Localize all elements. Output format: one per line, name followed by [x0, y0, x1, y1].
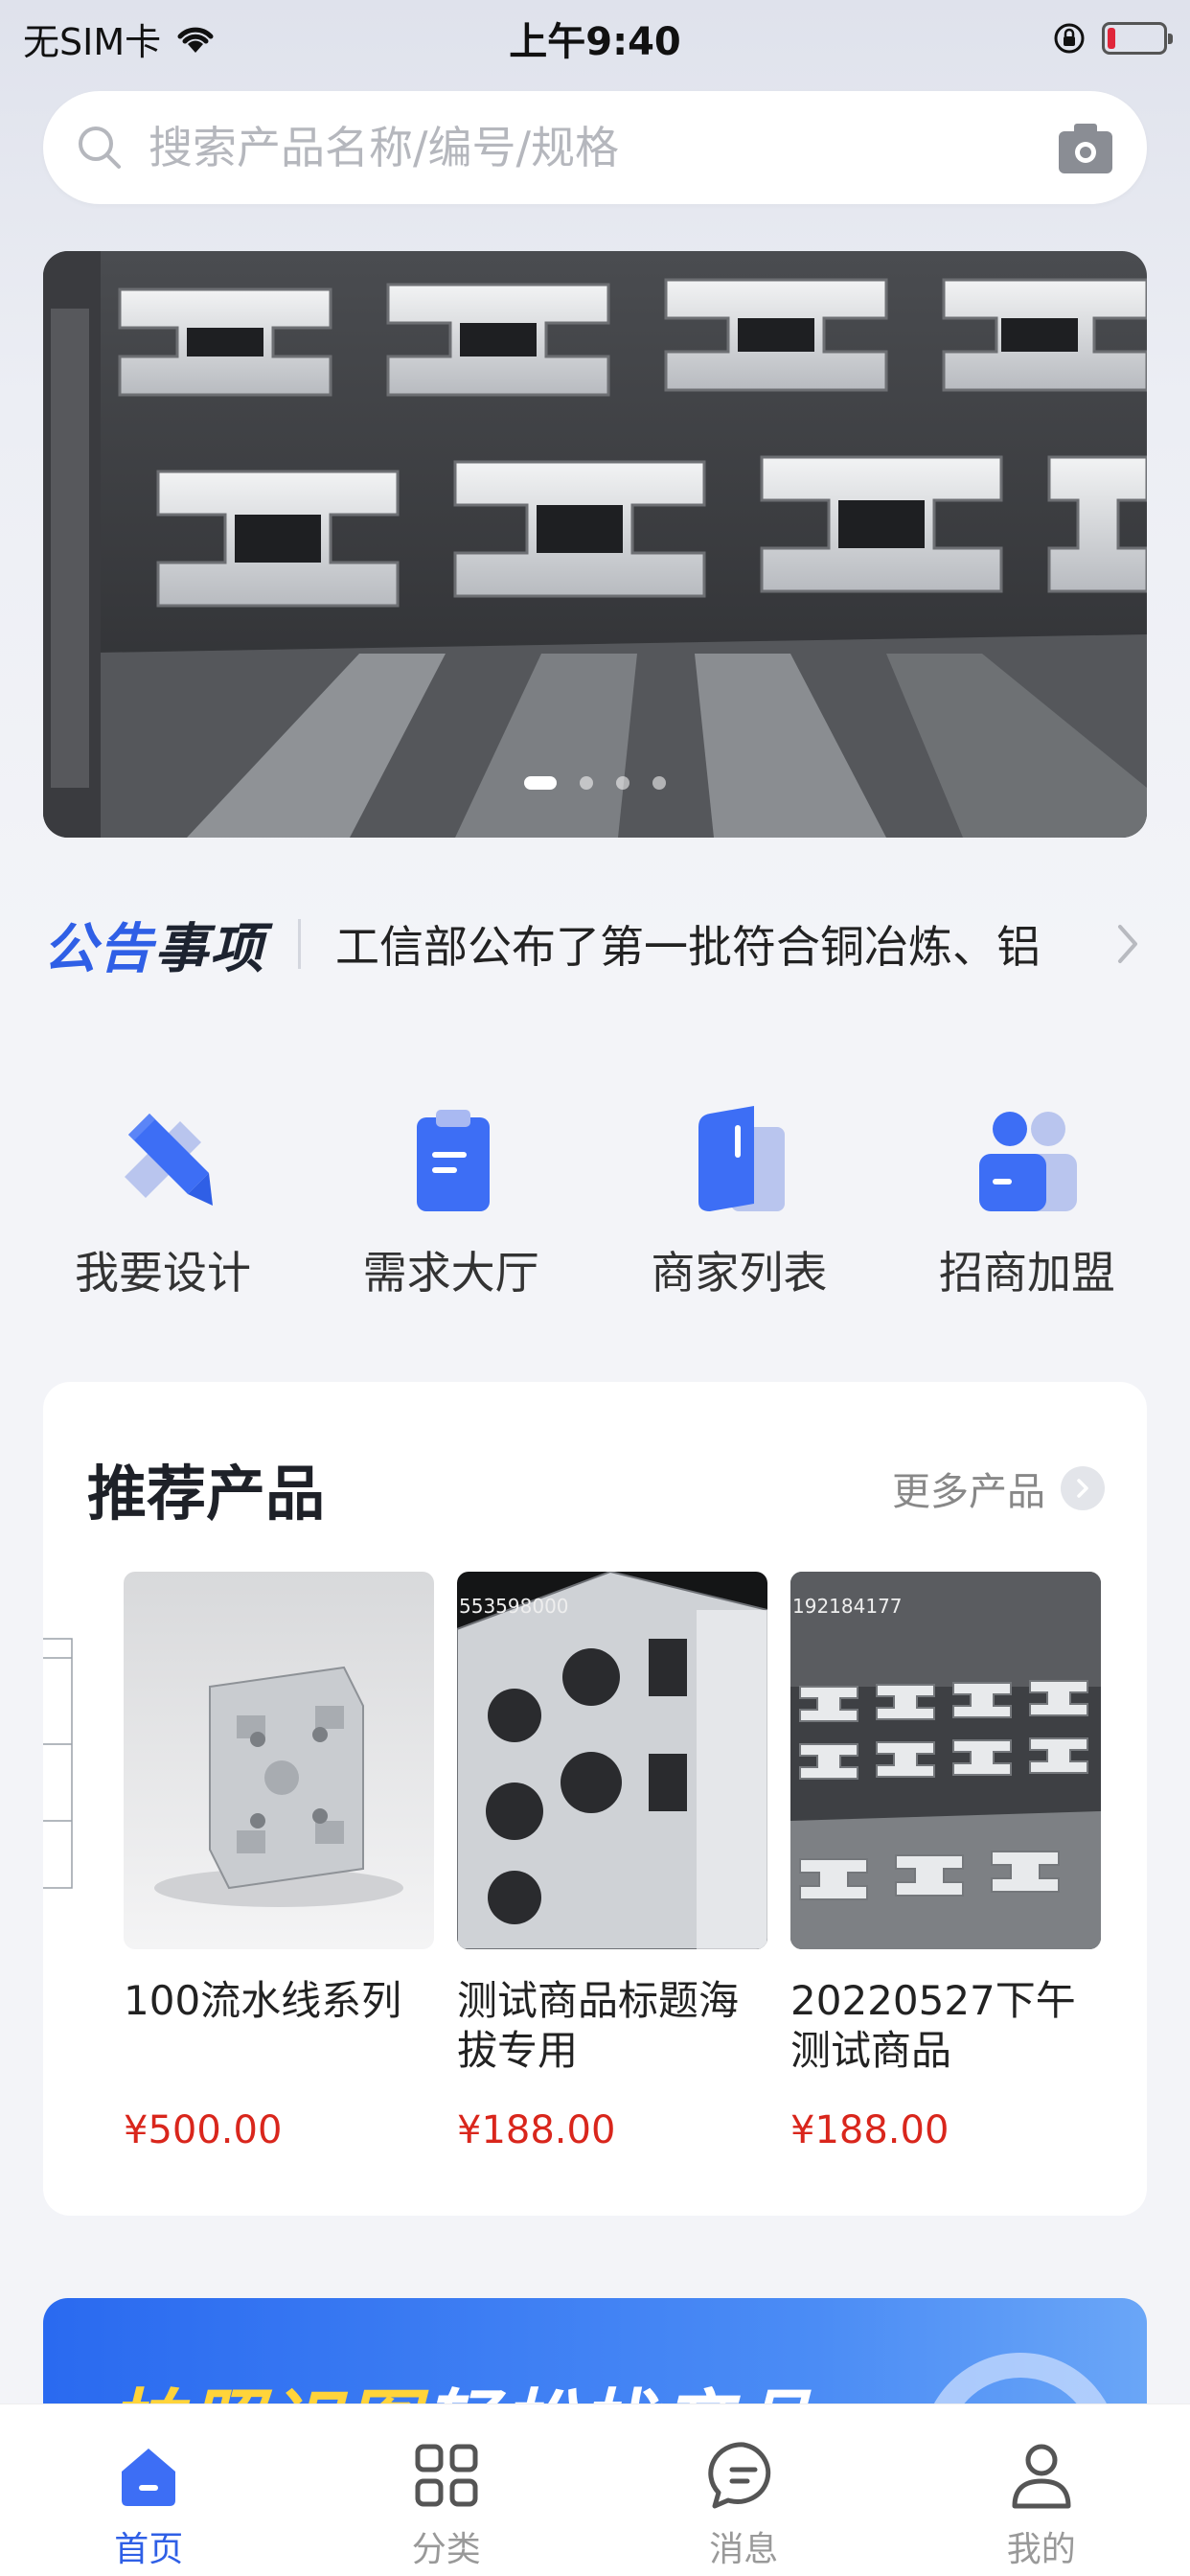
tab-bar: 首页 分类 消息 我的 — [0, 2404, 1190, 2576]
status-bar: 无SIM卡 上午9:40 — [0, 0, 1190, 77]
message-icon — [708, 2442, 771, 2509]
search-icon — [79, 126, 121, 169]
product-name: 100流水线系列 — [124, 1977, 402, 2024]
recommend-header: 推荐产品 更多产品 — [87, 1445, 1105, 1531]
quick-entry-label: 商家列表 — [651, 1247, 828, 1299]
more-products-label: 更多产品 — [892, 1470, 1045, 1514]
product-image — [43, 1572, 76, 1949]
carousel-dot[interactable] — [652, 776, 666, 790]
quick-entry-join[interactable]: 招商加盟 — [907, 1102, 1147, 1313]
camera-icon[interactable] — [1057, 120, 1114, 175]
tab-profile[interactable]: 我的 — [946, 2404, 1137, 2576]
tab-label: 消息 — [709, 2530, 779, 2569]
quick-entry-label: 我要设计 — [75, 1247, 251, 1299]
people-icon — [978, 1112, 1077, 1211]
notice-text[interactable]: 工信部公布了第一批符合铜冶炼、铝 — [335, 912, 1109, 976]
search-input[interactable] — [149, 122, 1057, 173]
product-price: ¥188.00 — [790, 2108, 950, 2152]
quick-entry-label: 需求大厅 — [362, 1247, 539, 1299]
section-title: 推荐产品 — [87, 1459, 326, 1529]
clipboard-icon — [416, 1110, 490, 1211]
quick-entry-grid: 我要设计 需求大厅 商家列表 招商加盟 — [43, 1102, 1147, 1313]
tab-label: 首页 — [114, 2530, 184, 2569]
tab-messages[interactable]: 消息 — [648, 2404, 839, 2576]
grid-icon — [415, 2444, 478, 2507]
product-card[interactable]: 192184177 20220527下午测试商品 ¥188.00 — [790, 1572, 1101, 2152]
carousel-dot[interactable] — [524, 776, 557, 790]
product-image — [124, 1572, 434, 1949]
quick-entry-label: 招商加盟 — [938, 1247, 1115, 1299]
product-card[interactable]: 553598000 测试商品标题海拔专用 ¥188.00 — [457, 1572, 767, 2152]
tab-label: 分类 — [411, 2530, 481, 2569]
tab-home[interactable]: 首页 — [53, 2404, 244, 2576]
banner-image — [43, 251, 1147, 838]
product-card[interactable]: 100流水线系列 ¥500.00 — [124, 1572, 434, 2152]
product-image: 553598000 — [457, 1572, 767, 1949]
quick-entry-merchants[interactable]: 商家列表 — [619, 1102, 858, 1313]
product-price: ¥188.00 — [457, 2108, 616, 2152]
product-image-watermark: 192184177 — [792, 1595, 903, 1618]
home-page: 无SIM卡 上午9:40 搜索产品名称/编号/规格 公告事项 工信部公布了第一批… — [0, 0, 1190, 2576]
quick-entry-design[interactable]: 我要设计 — [43, 1102, 283, 1313]
notice-bar[interactable]: 公告事项 工信部公布了第一批符合铜冶炼、铝 — [43, 896, 1147, 992]
product-card-partial[interactable] — [43, 1572, 76, 1949]
notice-title: 公告事项 — [43, 906, 265, 983]
quick-entry-demand[interactable]: 需求大厅 — [332, 1102, 571, 1313]
tab-label: 我的 — [1006, 2530, 1076, 2569]
book-icon — [698, 1106, 786, 1211]
carousel-dot[interactable] — [616, 776, 629, 790]
status-time: 上午9:40 — [509, 20, 681, 64]
battery-icon — [1102, 22, 1173, 55]
notice-title-part2: 事项 — [154, 917, 265, 980]
notice-title-part1: 公告 — [43, 917, 154, 980]
product-name: 测试商品标题海拔专用 — [457, 1977, 740, 2074]
product-list[interactable]: 100流水线系列 ¥500.00 553598000 测试商品标题海拔专用 ¥1… — [43, 1572, 1147, 2166]
chevron-right-icon[interactable] — [1109, 917, 1147, 971]
tab-category[interactable]: 分类 — [351, 2404, 542, 2576]
banner-carousel[interactable] — [43, 251, 1147, 838]
search-bar[interactable] — [43, 91, 1147, 204]
product-image-watermark: 553598000 — [459, 1595, 569, 1618]
home-icon — [122, 2449, 176, 2506]
pencil-ruler-icon — [125, 1114, 213, 1206]
product-name: 20220527下午测试商品 — [790, 1977, 1076, 2074]
product-image: 192184177 — [790, 1572, 1101, 1949]
recommend-card: 推荐产品 更多产品 100流水线系列 ¥500.00 553598000 测试商… — [43, 1382, 1147, 2216]
carousel-dot[interactable] — [580, 776, 593, 790]
product-price: ¥500.00 — [124, 2108, 283, 2152]
notice-divider — [298, 919, 301, 969]
user-icon — [1012, 2444, 1071, 2509]
more-products-link[interactable]: 更多产品 — [892, 1460, 1105, 1516]
chevron-right-icon — [1061, 1466, 1105, 1510]
carousel-indicator — [43, 776, 1147, 790]
